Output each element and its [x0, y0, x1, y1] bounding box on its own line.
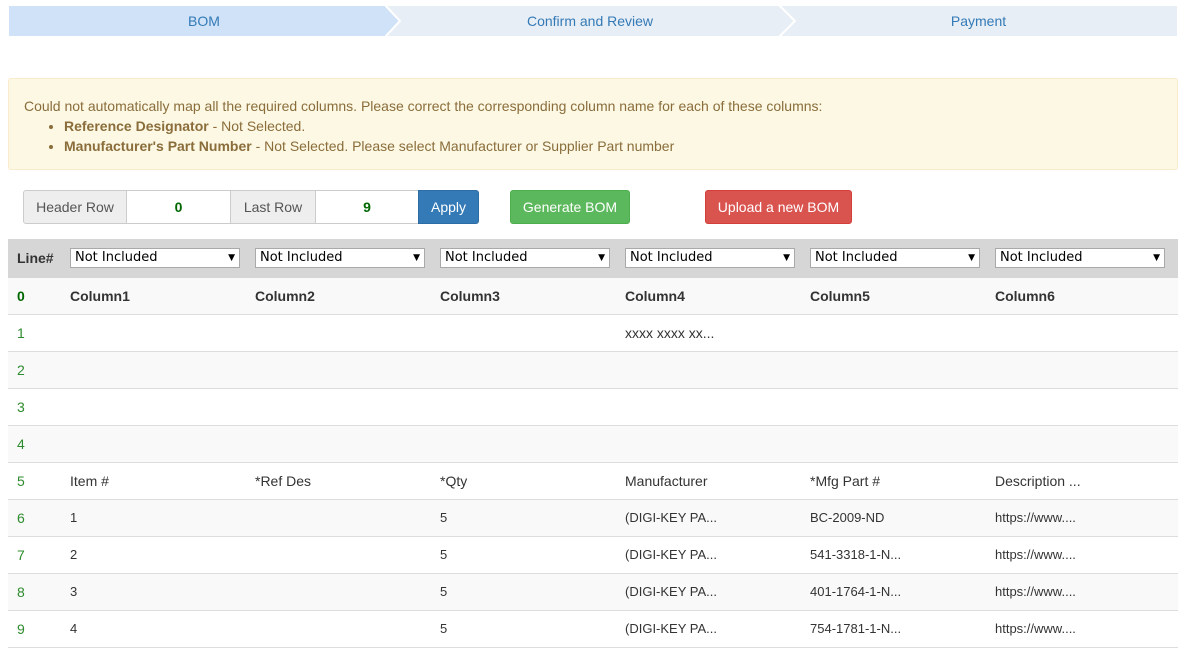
table-cell: Item # — [70, 473, 109, 489]
table-cell: Column2 — [255, 288, 315, 304]
table-cell: 754-1781-1-N... — [810, 621, 902, 636]
column5-mapping-select[interactable]: Not Included ▼ — [810, 248, 980, 268]
progress-steps: BOM Confirm and Review Payment — [8, 5, 1178, 37]
line-number: 2 — [17, 362, 25, 378]
table-cell: https://www.... — [995, 584, 1076, 599]
apply-button[interactable]: Apply — [418, 190, 479, 224]
table-cell: 3 — [70, 584, 78, 599]
line-number: 9 — [17, 621, 25, 637]
missing-column-item: Manufacturer's Part Number - Not Selecte… — [64, 136, 1162, 156]
line-number: 4 — [17, 436, 25, 452]
line-number: 8 — [17, 584, 25, 600]
dropdown-arrow-icon: ▼ — [413, 253, 420, 263]
table-cell: Description ... — [995, 473, 1081, 489]
table-cell: (DIGI-KEY PA... — [625, 621, 717, 636]
missing-column-name: Reference Designator — [64, 118, 209, 134]
table-cell: BC-2009-ND — [810, 510, 885, 525]
column6-mapping-select[interactable]: Not Included ▼ — [995, 248, 1165, 268]
bom-table: Line# Not Included ▼ Not Included ▼ Not In… — [8, 239, 1178, 648]
table-cell: 401-1764-1-N... — [810, 584, 902, 599]
dropdown-arrow-icon: ▼ — [228, 253, 235, 263]
table-cell: (DIGI-KEY PA... — [625, 584, 717, 599]
select-value: Not Included — [445, 250, 528, 265]
table-cell: Column6 — [995, 288, 1055, 304]
table-cell: https://www.... — [995, 621, 1076, 636]
select-value: Not Included — [630, 250, 713, 265]
table-cell: Manufacturer — [625, 473, 708, 489]
missing-column-item: Reference Designator - Not Selected. — [64, 116, 1162, 136]
select-value: Not Included — [75, 250, 158, 265]
line-number: 1 — [17, 325, 25, 341]
missing-column-detail: - Not Selected. — [208, 118, 306, 134]
table-cell: https://www.... — [995, 510, 1076, 525]
table-row: 3 — [8, 389, 1178, 426]
table-cell: 5 — [440, 547, 448, 562]
table-cell: https://www.... — [995, 547, 1076, 562]
table-cell: xxxx xxxx xx... — [625, 325, 715, 341]
header-row-label: Header Row — [23, 190, 127, 224]
column1-mapping-select[interactable]: Not Included ▼ — [70, 248, 240, 268]
generate-bom-button[interactable]: Generate BOM — [510, 190, 630, 224]
dropdown-arrow-icon: ▼ — [1153, 253, 1160, 263]
column4-mapping-select[interactable]: Not Included ▼ — [625, 248, 795, 268]
step-confirm-review[interactable]: Confirm and Review — [385, 5, 795, 37]
table-cell: 5 — [440, 510, 448, 525]
table-cell: *Mfg Part # — [810, 473, 881, 489]
table-cell: 4 — [70, 621, 78, 636]
table-row: 9 4 5 (DIGI-KEY PA... 754-1781-1-N... https:/… — [8, 611, 1178, 648]
upload-bom-button[interactable]: Upload a new BOM — [705, 190, 852, 224]
table-cell: *Qty — [440, 473, 468, 489]
table-cell: 5 — [440, 621, 448, 636]
table-row: 7 2 5 (DIGI-KEY PA... 541-3318-1-N... https:/… — [8, 537, 1178, 574]
last-row-label: Last Row — [230, 190, 316, 224]
table-cell: (DIGI-KEY PA... — [625, 547, 717, 562]
line-number: 5 — [17, 473, 25, 489]
alert-message: Could not automatically map all the requ… — [24, 98, 823, 114]
table-row: 8 3 5 (DIGI-KEY PA... 401-1764-1-N... https:/… — [8, 574, 1178, 611]
table-cell: *Ref Des — [255, 473, 312, 489]
step-bom-label: BOM — [188, 13, 220, 29]
table-cell: Column3 — [440, 288, 500, 304]
table-row: 5 Item # *Ref Des *Qty Manufacturer *Mfg Part… — [8, 463, 1178, 500]
last-row-input[interactable]: 9 — [315, 190, 419, 224]
missing-column-name: Manufacturer's Part Number — [64, 138, 252, 154]
step-confirm-label: Confirm and Review — [526, 13, 654, 29]
select-value: Not Included — [815, 250, 898, 265]
select-value: Not Included — [260, 250, 343, 265]
dropdown-arrow-icon: ▼ — [968, 253, 975, 263]
line-number: 0 — [17, 288, 25, 304]
line-number: 3 — [17, 399, 25, 415]
table-body: 0 Column1 Column2 Column3 Column4 Column5 Colu… — [8, 278, 1178, 648]
column2-mapping-select[interactable]: Not Included ▼ — [255, 248, 425, 268]
table-cell: 541-3318-1-N... — [810, 547, 902, 562]
table-cell: 1 — [70, 510, 78, 525]
select-value: Not Included — [1000, 250, 1083, 265]
step-payment[interactable]: Payment — [779, 5, 1178, 37]
table-cell: (DIGI-KEY PA... — [625, 510, 717, 525]
missing-column-detail: - Not Selected. Please select Manufactur… — [251, 138, 675, 154]
line-number-header: Line# — [17, 250, 54, 266]
column-mapping-header: Line# Not Included ▼ Not Included ▼ Not In… — [8, 239, 1178, 278]
step-bom[interactable]: BOM — [8, 5, 400, 37]
line-number: 6 — [17, 510, 25, 526]
table-row: 6 1 5 (DIGI-KEY PA... BC-2009-ND https://www.… — [8, 500, 1178, 537]
table-cell: Column4 — [625, 288, 685, 304]
table-row: 1 xxxx xxxx xx... — [8, 315, 1178, 352]
table-row: 4 — [8, 426, 1178, 463]
table-cell: Column5 — [810, 288, 870, 304]
dropdown-arrow-icon: ▼ — [598, 253, 605, 263]
table-cell: 2 — [70, 547, 78, 562]
step-payment-label: Payment — [950, 13, 1007, 29]
table-row: 2 — [8, 352, 1178, 389]
dropdown-arrow-icon: ▼ — [783, 253, 790, 263]
header-row-input[interactable]: 0 — [126, 190, 231, 224]
table-cell: Column1 — [70, 288, 130, 304]
line-number: 7 — [17, 547, 25, 563]
missing-columns-list: Reference Designator - Not Selected. Man… — [24, 116, 1162, 156]
column3-mapping-select[interactable]: Not Included ▼ — [440, 248, 610, 268]
table-cell: 5 — [440, 584, 448, 599]
warning-alert: Could not automatically map all the requ… — [8, 78, 1178, 170]
column-names-row: 0 Column1 Column2 Column3 Column4 Column5 Colu… — [8, 278, 1178, 315]
